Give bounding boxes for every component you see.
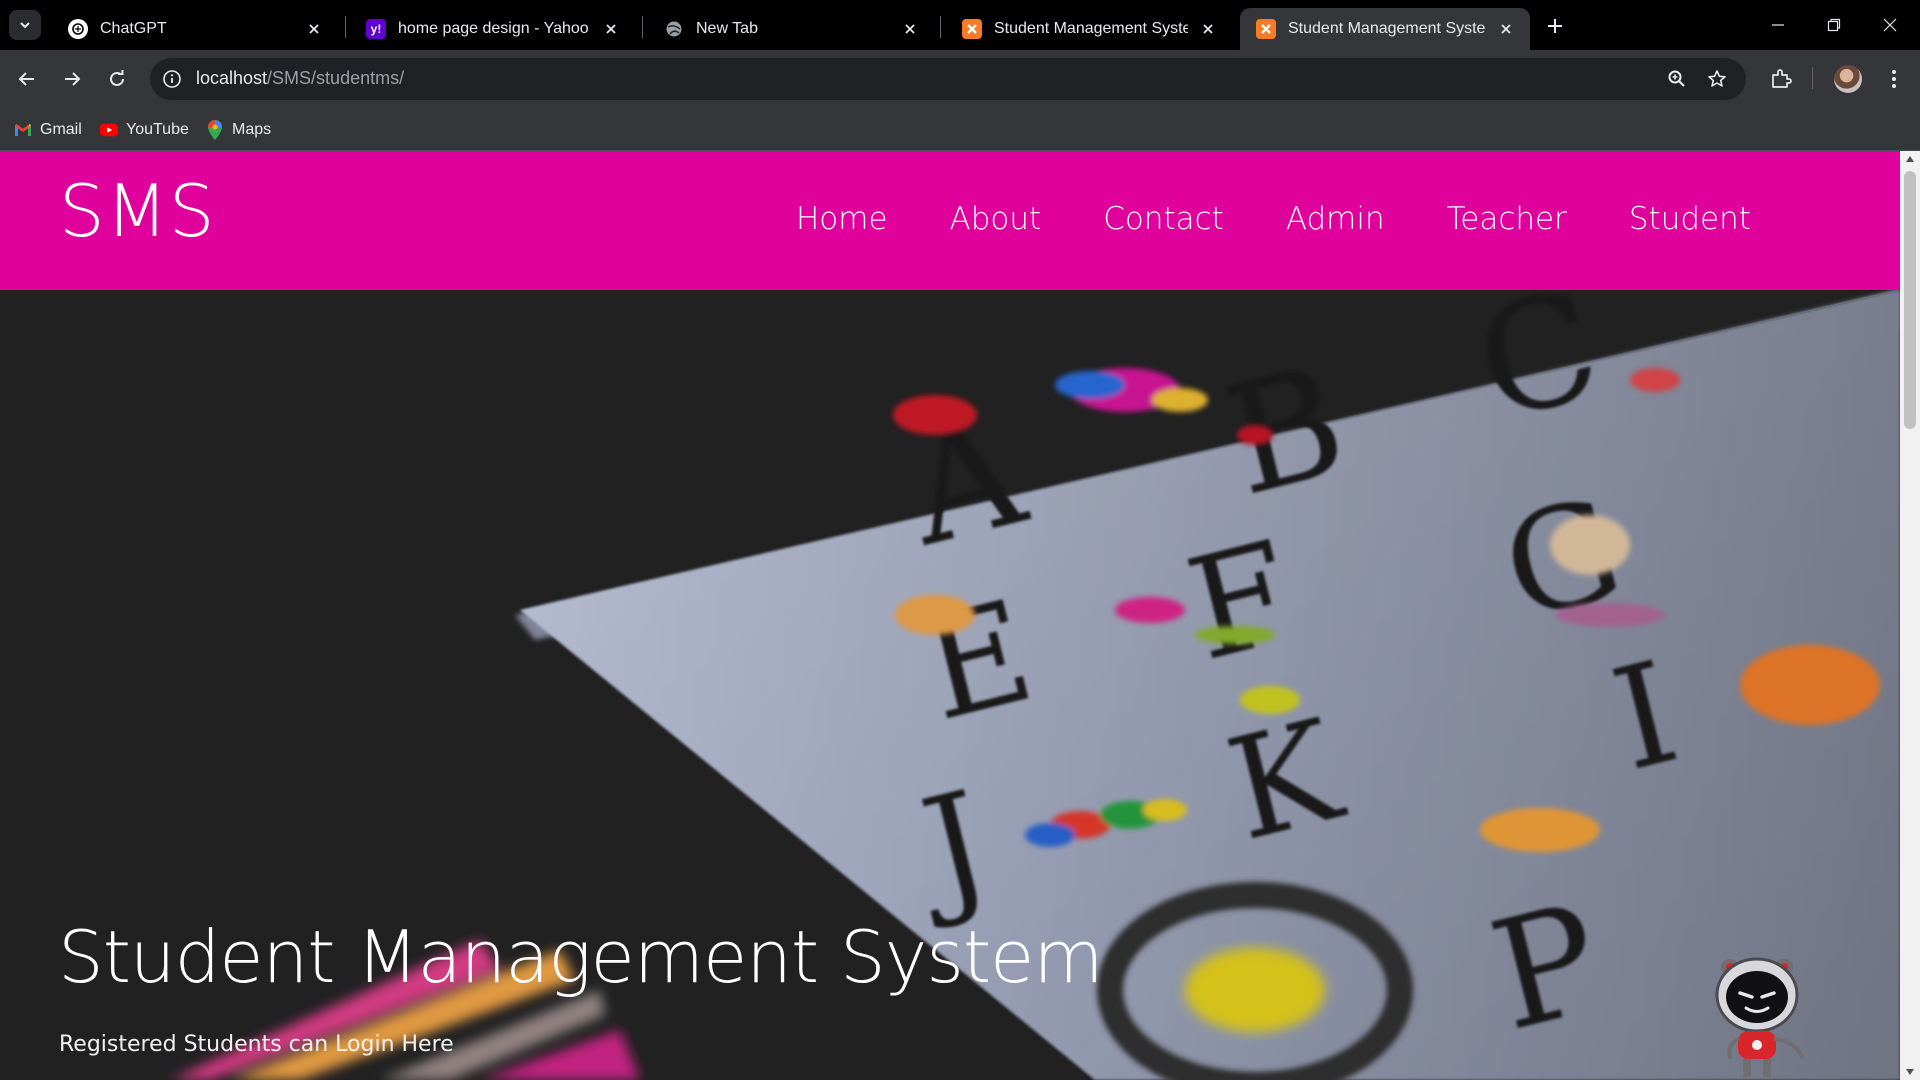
nav-about[interactable]: About <box>950 201 1042 237</box>
close-icon[interactable] <box>898 17 922 41</box>
close-icon[interactable] <box>1494 17 1518 41</box>
xampp-icon <box>962 19 982 39</box>
close-icon[interactable] <box>302 17 326 41</box>
scroll-down-arrow-icon[interactable] <box>1904 1066 1916 1078</box>
tab-new-tab[interactable]: New Tab <box>648 8 934 50</box>
extensions-icon[interactable] <box>1765 63 1797 95</box>
tab-title: Student Management System || Home Page <box>1288 20 1486 37</box>
globe-icon <box>664 19 684 39</box>
nav-teacher[interactable]: Teacher <box>1447 201 1567 237</box>
arrow-left-icon <box>18 72 34 86</box>
hero-subtitle: Registered Students can Login Here <box>59 1032 454 1057</box>
chatgpt-icon <box>68 19 88 39</box>
tab-yahoo[interactable]: y! home page design - Yahoo India <box>350 8 635 50</box>
scrollbar-thumb[interactable] <box>1904 171 1916 429</box>
nav-admin[interactable]: Admin <box>1286 201 1385 237</box>
restore-button[interactable] <box>1806 0 1862 50</box>
toolbar-separator <box>1812 67 1813 89</box>
tab-student-management[interactable]: Student Management System <box>946 8 1232 50</box>
reload-icon <box>110 70 124 86</box>
url-path: /SMS/studentms/ <box>267 68 405 88</box>
url-host: localhost <box>196 68 268 88</box>
site-info-icon[interactable] <box>160 67 184 91</box>
close-window-button[interactable] <box>1862 0 1918 50</box>
scroll-up-arrow-icon[interactable] <box>1904 153 1916 165</box>
bookmark-label: YouTube <box>126 121 189 138</box>
browser-toolbar: localhost/SMS/studentms/ <box>0 50 1920 108</box>
tab-student-management-active[interactable]: Student Management System || Home Page <box>1240 8 1530 50</box>
arrow-right-icon <box>65 72 81 86</box>
url-text[interactable]: localhost/SMS/studentms/ <box>196 68 404 89</box>
bookmark-youtube[interactable]: YouTube <box>100 117 189 143</box>
tab-search-button[interactable] <box>9 10 41 40</box>
minimize-icon <box>1772 24 1784 26</box>
site-header: SMS Home About Contact Admin Teacher Stu… <box>0 151 1900 290</box>
youtube-icon <box>100 121 118 139</box>
bookmark-gmail[interactable]: Gmail <box>14 117 82 143</box>
yahoo-icon: y! <box>366 19 386 39</box>
tab-title: ChatGPT <box>100 20 167 37</box>
hero-banner: A B C E F G J K I P <box>0 290 1900 1080</box>
tab-title: home page design - Yahoo India <box>398 20 591 37</box>
profile-avatar[interactable] <box>1834 65 1862 93</box>
bookmark-label: Gmail <box>40 121 82 138</box>
robot-mascot-icon[interactable] <box>1702 953 1812 1080</box>
bookmark-maps[interactable]: Maps <box>206 117 271 143</box>
tab-title: New Tab <box>696 20 758 37</box>
back-button[interactable] <box>11 63 43 95</box>
tab-strip: ChatGPT y! home page design - Yahoo Indi… <box>0 0 1920 50</box>
xampp-icon <box>1256 19 1276 39</box>
plus-icon <box>1548 19 1562 33</box>
main-nav: Home About Contact Admin Teacher Student <box>796 201 1813 237</box>
forward-button[interactable] <box>56 63 88 95</box>
close-icon[interactable] <box>1196 17 1220 41</box>
tab-separator <box>345 16 346 38</box>
nav-student[interactable]: Student <box>1629 201 1751 237</box>
minimize-button[interactable] <box>1750 0 1806 50</box>
site-logo[interactable]: SMS <box>59 169 216 253</box>
close-icon[interactable] <box>599 17 623 41</box>
bookmark-label: Maps <box>232 121 272 138</box>
gmail-icon <box>14 121 32 139</box>
tab-chatgpt[interactable]: ChatGPT <box>52 8 338 50</box>
zoom-icon[interactable] <box>1665 67 1689 91</box>
page-viewport: SMS Home About Contact Admin Teacher Stu… <box>0 151 1920 1080</box>
reload-button[interactable] <box>101 63 133 95</box>
chevron-down-icon <box>20 22 30 29</box>
menu-kebab-icon[interactable] <box>1878 63 1910 95</box>
close-icon <box>1883 18 1897 32</box>
address-bar[interactable]: localhost/SMS/studentms/ <box>150 58 1746 100</box>
tab-separator <box>940 16 941 38</box>
maps-icon <box>206 120 224 140</box>
bookmarks-bar: Gmail YouTube Maps <box>0 108 1920 151</box>
bookmark-star-icon[interactable] <box>1705 67 1729 91</box>
hero-title: Student Management System <box>58 915 1103 999</box>
new-tab-button[interactable] <box>1541 12 1569 40</box>
tab-separator <box>642 16 643 38</box>
restore-icon <box>1827 18 1841 32</box>
page-scrollbar[interactable] <box>1900 151 1920 1080</box>
tab-title: Student Management System <box>994 20 1188 37</box>
nav-home[interactable]: Home <box>796 201 888 237</box>
nav-contact[interactable]: Contact <box>1103 201 1224 237</box>
